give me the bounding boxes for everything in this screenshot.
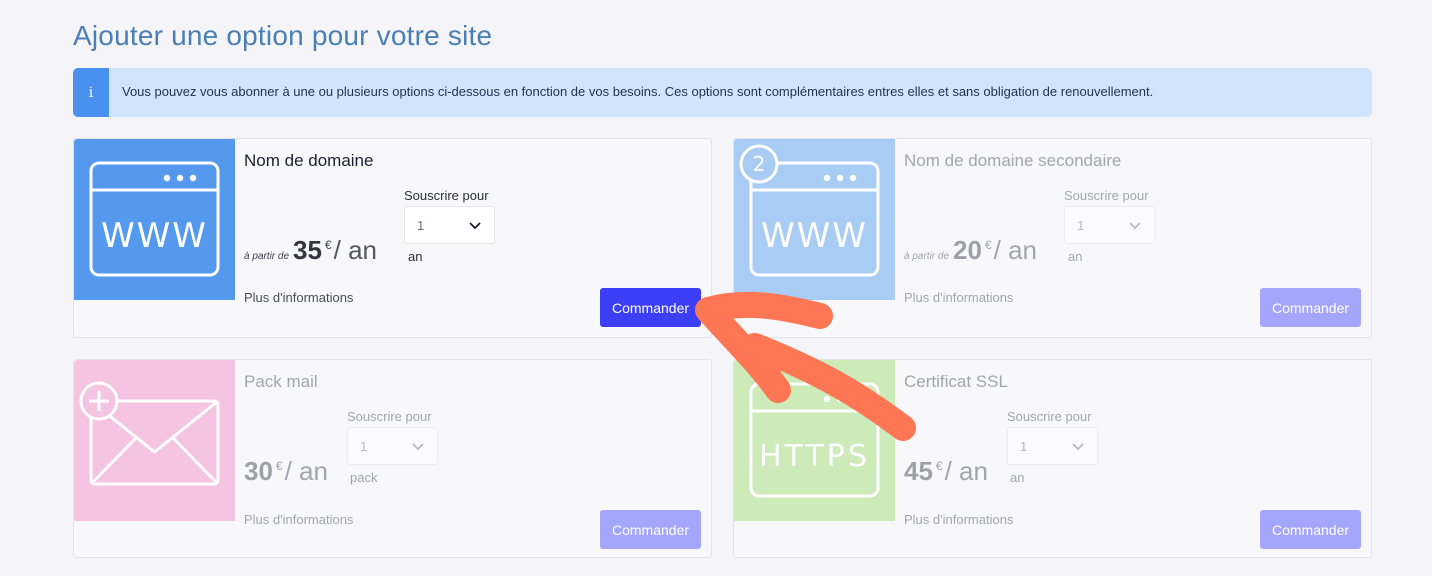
https-browser-icon: HTTPS xyxy=(734,360,895,521)
info-banner: i Vous pouvez vous abonner à une ou plus… xyxy=(73,68,1372,117)
price: à partir de 20 € / an xyxy=(904,235,1037,266)
unit-label: an xyxy=(1010,470,1025,485)
quantity-value: 1 xyxy=(1077,218,1085,233)
option-card-ssl: HTTPS Certificat SSL Souscrire pour 1 45… xyxy=(733,359,1372,558)
price-amount: 35 xyxy=(293,235,322,265)
more-info-link[interactable]: Plus d'informations xyxy=(904,290,1013,305)
option-name: Nom de domaine xyxy=(244,151,374,170)
info-icon: i xyxy=(73,68,109,117)
secondary-www-browser-icon: 2 WWW xyxy=(734,139,895,300)
more-info-link[interactable]: Plus d'informations xyxy=(904,512,1013,527)
quantity-value: 1 xyxy=(1020,439,1028,454)
subscribe-label: Souscrire pour xyxy=(1064,188,1149,203)
option-card-domain: WWW Nom de domaine Souscrire pour 1 à pa… xyxy=(73,138,712,338)
www-browser-icon: WWW xyxy=(74,139,235,300)
mail-plus-icon xyxy=(74,360,235,521)
badge-text: 2 xyxy=(753,152,766,176)
price-amount: 45 xyxy=(904,456,933,486)
more-info-link[interactable]: Plus d'informations xyxy=(244,290,353,305)
option-card-mail-pack: Pack mail Souscrire pour 1 30 € / an pac… xyxy=(73,359,712,558)
option-card-secondary-domain: 2 WWW Nom de domaine secondaire Souscrir… xyxy=(733,138,1372,338)
order-button[interactable]: Commander xyxy=(1260,510,1361,549)
thumb-text: WWW xyxy=(101,216,208,256)
info-text: Vous pouvez vous abonner à une ou plusie… xyxy=(122,84,1154,99)
order-button[interactable]: Commander xyxy=(600,510,701,549)
price: à partir de 35 € / an xyxy=(244,235,377,266)
price-period: / an xyxy=(993,235,1038,265)
price-currency: € xyxy=(935,459,943,473)
chevron-down-icon xyxy=(469,222,481,230)
option-name: Nom de domaine secondaire xyxy=(904,151,1122,170)
price-currency: € xyxy=(324,238,332,252)
price: 30 € / an xyxy=(244,456,328,487)
quantity-value: 1 xyxy=(417,218,425,233)
price-period: / an xyxy=(284,456,328,486)
subscribe-label: Souscrire pour xyxy=(1007,409,1092,424)
price-prefix: à partir de xyxy=(244,251,290,262)
order-button[interactable]: Commander xyxy=(600,288,701,327)
price-period: / an xyxy=(944,456,988,486)
quantity-value: 1 xyxy=(360,439,368,454)
chevron-down-icon xyxy=(1072,443,1084,451)
price: 45 € / an xyxy=(904,456,988,487)
more-info-link[interactable]: Plus d'informations xyxy=(244,512,353,527)
quantity-select[interactable]: 1 xyxy=(1064,206,1155,244)
thumb-text: WWW xyxy=(761,216,868,256)
price-currency: € xyxy=(275,459,283,473)
quantity-select[interactable]: 1 xyxy=(1007,427,1098,465)
price-amount: 30 xyxy=(244,456,273,486)
chevron-down-icon xyxy=(1129,222,1141,230)
price-amount: 20 xyxy=(953,235,982,265)
option-name: Certificat SSL xyxy=(904,372,1008,391)
quantity-select[interactable]: 1 xyxy=(347,427,438,465)
chevron-down-icon xyxy=(412,443,424,451)
unit-label: pack xyxy=(350,470,378,485)
unit-label: an xyxy=(408,249,423,264)
price-prefix: à partir de xyxy=(904,251,950,262)
price-currency: € xyxy=(984,238,992,252)
subscribe-label: Souscrire pour xyxy=(404,188,489,203)
subscribe-label: Souscrire pour xyxy=(347,409,432,424)
price-period: / an xyxy=(333,235,378,265)
quantity-select[interactable]: 1 xyxy=(404,206,495,244)
order-button[interactable]: Commander xyxy=(1260,288,1361,327)
page-title: Ajouter une option pour votre site xyxy=(73,20,493,51)
thumb-text: HTTPS xyxy=(759,439,870,474)
unit-label: an xyxy=(1068,249,1083,264)
option-name: Pack mail xyxy=(244,372,318,391)
